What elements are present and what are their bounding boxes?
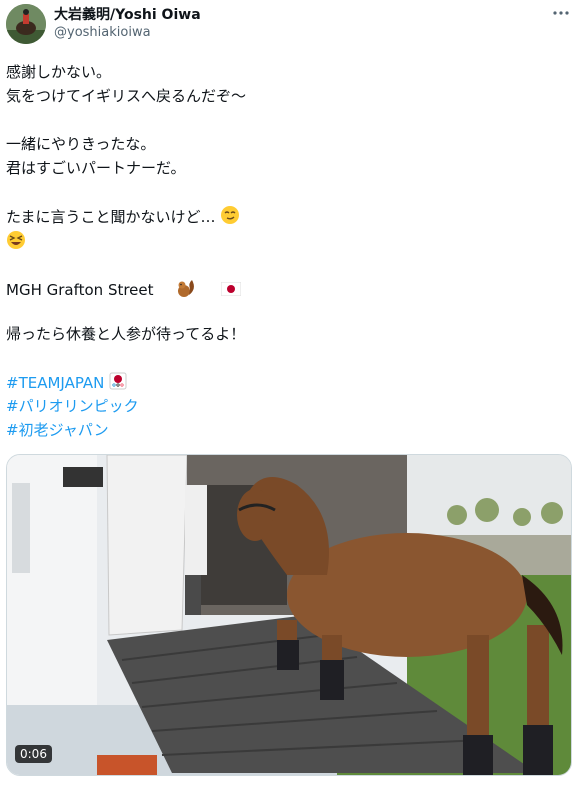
chipmunk-emoji [176, 277, 198, 304]
tweet-header: 大岩義明/Yoshi Oiwa @yoshiakioiwa [6, 4, 574, 46]
tweet-line-text: MGH Grafton Street [6, 281, 154, 299]
tweet-line-with-emoji: たまに言うこと聞かないけど… [6, 205, 240, 230]
tweet-line-with-emoji: MGH Grafton Street [6, 277, 242, 304]
tweet-line: 君はすごいパートナーだ。 [6, 159, 186, 177]
author-handle[interactable]: @yoshiakioiwa [54, 24, 201, 42]
tweet-line: 気をつけてイギリスへ戻るんだぞ〜 [6, 87, 247, 105]
japan-flag-emoji [220, 281, 242, 301]
hashtag-teamjapan[interactable]: #TEAMJAPAN [6, 374, 104, 392]
more-horizontal-icon[interactable] [552, 4, 570, 26]
author-display-name[interactable]: 大岩義明/Yoshi Oiwa [54, 6, 201, 24]
video-duration: 0:06 [15, 745, 52, 763]
tweet-line: 帰ったら休養と人参が待ってるよ！ [6, 325, 246, 343]
smirking-face-emoji [220, 205, 240, 230]
tweet-line-text: たまに言うこと聞かないけど… [6, 208, 216, 226]
hashtag-shoro-japan[interactable]: #初老ジャパン [6, 420, 109, 440]
hashtag-teamjapan-line: #TEAMJAPAN [6, 372, 127, 395]
grinning-squinting-face-emoji [6, 230, 26, 255]
avatar[interactable] [6, 4, 46, 44]
japan-olympic-team-emoji [109, 372, 127, 395]
tweet-line: 感謝しかない。 [6, 63, 112, 81]
hashtag-paris-olympics[interactable]: #パリオリンピック [6, 396, 139, 416]
tweet-line: 一緒にやりきったな。 [6, 135, 156, 153]
tweet-video[interactable]: 0:06 [6, 454, 572, 776]
video-frame [7, 455, 571, 775]
